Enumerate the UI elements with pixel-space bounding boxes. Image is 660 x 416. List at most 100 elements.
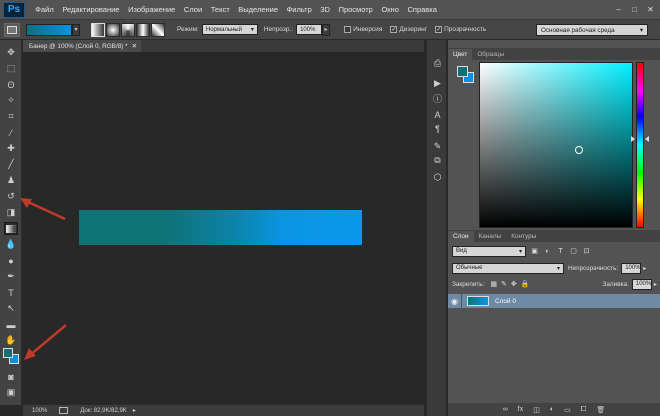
link-layers-icon[interactable]: ∞	[503, 406, 508, 413]
dodge-tool[interactable]: ●	[4, 254, 18, 267]
lock-transparency-icon[interactable]: ▦	[490, 280, 497, 289]
lock-position-icon[interactable]: ✥	[511, 280, 517, 289]
angle-gradient-button[interactable]	[121, 22, 135, 37]
close-button[interactable]: ✕	[644, 3, 657, 15]
3d-panel-button[interactable]: ⬡	[431, 171, 444, 183]
move-tool[interactable]: ✥	[4, 46, 18, 59]
menu-view[interactable]: Просмотр	[334, 5, 377, 14]
menu-select[interactable]: Выделение	[234, 5, 282, 14]
clone-source-button[interactable]: ⧉	[431, 154, 444, 166]
foreground-color-swatch[interactable]	[3, 348, 13, 358]
linear-gradient-button[interactable]	[91, 22, 105, 37]
minimize-button[interactable]: –	[612, 3, 625, 15]
add-mask-icon[interactable]: ◫	[533, 406, 540, 414]
tab-channels[interactable]: Каналы	[474, 231, 507, 242]
hand-tool[interactable]: ✋	[4, 334, 18, 347]
menu-help[interactable]: Справка	[403, 5, 441, 14]
new-layer-icon[interactable]: ⧠	[581, 406, 587, 414]
history-panel-button[interactable]: ⎙	[431, 57, 444, 69]
menu-type[interactable]: Текст	[206, 5, 233, 14]
actions-panel-button[interactable]: ▶	[431, 77, 444, 89]
tab-color[interactable]: Цвет	[448, 49, 473, 60]
canvas-area[interactable]	[23, 52, 424, 404]
reflected-gradient-button[interactable]	[136, 22, 150, 37]
type-tool[interactable]: T	[4, 286, 18, 299]
invert-checkbox[interactable]: Инверсия	[344, 26, 382, 33]
blur-tool[interactable]: 💧	[4, 238, 18, 251]
blend-mode-select[interactable]: Обычные ▾	[452, 262, 564, 274]
lasso-tool[interactable]: ʘ	[4, 78, 18, 91]
paragraph-panel-button[interactable]: ¶	[431, 123, 444, 135]
color-picker-field[interactable]	[479, 62, 633, 228]
layer-filter-select[interactable]: Вид ▾	[452, 245, 526, 257]
menu-window[interactable]: Окно	[377, 5, 403, 14]
healing-brush-tool[interactable]: ✚	[4, 142, 18, 155]
mode-select[interactable]: Нормальный ▾	[201, 24, 258, 35]
document-tab[interactable]: Банер @ 100% (Слой 0, RGB/8) * ✕	[23, 40, 142, 52]
character-panel-button[interactable]: A	[431, 109, 444, 121]
brush-tool[interactable]: ╱	[4, 158, 18, 171]
tool-preset-picker[interactable]	[4, 22, 20, 37]
filter-pixel-icon[interactable]: ▣	[530, 247, 539, 256]
eyedropper-tool[interactable]: ⁄	[4, 126, 18, 139]
maximize-button[interactable]: □	[628, 3, 641, 15]
visibility-eye-icon[interactable]: ◉	[448, 294, 462, 308]
menu-file[interactable]: Файл	[31, 5, 58, 14]
fill-field[interactable]: 100%	[631, 278, 652, 290]
screen-mode-button[interactable]: ▣	[4, 386, 18, 399]
tab-layers[interactable]: Слои	[448, 231, 474, 242]
info-panel-button[interactable]: ⓘ	[431, 92, 444, 104]
marquee-tool[interactable]: ⬚	[4, 62, 18, 75]
dither-checkbox[interactable]: ✓ Дизеринг	[390, 26, 427, 33]
filter-shape-icon[interactable]: ▢	[569, 247, 578, 256]
close-tab-icon[interactable]: ✕	[132, 42, 137, 50]
pen-tool[interactable]: ✒	[4, 270, 18, 283]
tab-paths[interactable]: Контуры	[506, 231, 541, 242]
export-icon[interactable]	[59, 407, 69, 414]
tab-swatches[interactable]: Образцы	[472, 49, 509, 60]
status-menu-arrow[interactable]: ▸	[133, 407, 136, 414]
eraser-tool[interactable]: ◨	[4, 206, 18, 219]
gradient-preview[interactable]	[26, 23, 72, 36]
menu-layers[interactable]: Слои	[180, 5, 207, 14]
gradient-picker-dropdown[interactable]: ▾	[72, 23, 80, 36]
hue-slider-arrow-right-icon[interactable]	[645, 136, 649, 142]
menu-filter[interactable]: Фильтр	[282, 5, 316, 14]
history-brush-tool[interactable]: ↺	[4, 190, 18, 203]
color-picker-cursor[interactable]	[575, 146, 583, 154]
opacity-field[interactable]: 100%	[296, 24, 323, 35]
filter-type-icon[interactable]: T	[556, 247, 565, 256]
path-select-tool[interactable]: ↖	[4, 302, 18, 315]
lock-pixels-icon[interactable]: ✎	[501, 280, 507, 289]
filter-smart-icon[interactable]: ⊡	[582, 247, 591, 256]
layer-opacity-field[interactable]: 100%	[621, 262, 642, 274]
zoom-level[interactable]: 100%	[32, 408, 47, 414]
brush-presets-button[interactable]: ✎	[431, 140, 444, 152]
fx-icon[interactable]: fx	[518, 406, 523, 413]
menu-edit[interactable]: Редактирование	[58, 5, 124, 14]
opacity-slider-arrow[interactable]: ▸	[643, 265, 646, 272]
crop-tool[interactable]: ⌗	[4, 110, 18, 123]
gradient-tool[interactable]	[4, 222, 18, 235]
panel-foreground-swatch[interactable]	[457, 66, 468, 77]
clone-stamp-tool[interactable]: ♟	[4, 174, 18, 187]
lock-all-icon[interactable]: 🔒	[521, 280, 530, 289]
radial-gradient-button[interactable]	[106, 22, 120, 37]
fill-slider-arrow[interactable]: ▸	[654, 281, 657, 288]
transparency-checkbox[interactable]: ✓ Прозрачность	[435, 26, 486, 33]
workspace-select[interactable]: Основная рабочая среда ▾	[536, 24, 648, 36]
layer-row[interactable]: ◉ Слой 0	[448, 294, 660, 308]
hue-slider-arrow-left-icon[interactable]	[631, 136, 635, 142]
gradient-banner[interactable]	[79, 210, 362, 245]
hue-slider[interactable]	[636, 62, 644, 228]
menu-3d[interactable]: 3D	[316, 5, 334, 14]
quick-select-tool[interactable]: ✧	[4, 94, 18, 107]
group-folder-icon[interactable]: ▭	[564, 406, 571, 414]
shape-tool[interactable]: ▬	[4, 318, 18, 331]
filter-adjustment-icon[interactable]: ◐	[543, 247, 552, 256]
trash-icon[interactable]: 🗑	[596, 406, 605, 414]
opacity-slider-button[interactable]: ▸	[322, 23, 331, 36]
menu-image[interactable]: Изображение	[124, 5, 180, 14]
quick-mask-button[interactable]: ◙	[4, 370, 18, 383]
diamond-gradient-button[interactable]	[151, 22, 165, 37]
